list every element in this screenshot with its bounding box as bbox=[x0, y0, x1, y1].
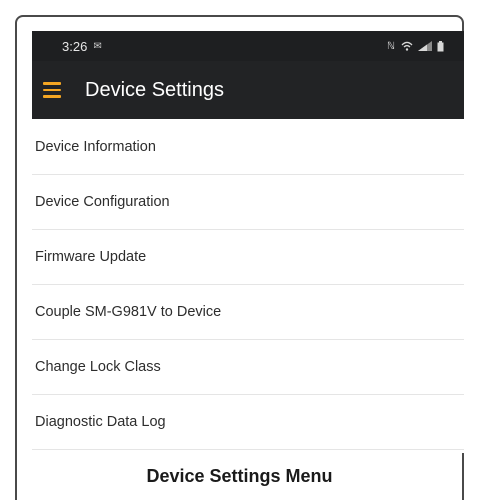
battery-icon bbox=[437, 40, 444, 51]
hamburger-menu-icon[interactable] bbox=[37, 75, 67, 105]
status-icons: ℕ bbox=[386, 40, 444, 52]
menu-item-label: Device Information bbox=[35, 138, 156, 155]
menu-item-label: Firmware Update bbox=[35, 249, 147, 265]
menu-item-device-information[interactable]: Device Information bbox=[32, 119, 464, 175]
menu-item-change-lock-class[interactable]: Change Lock Class bbox=[32, 340, 464, 395]
menu-item-label: Diagnostic Data Log bbox=[35, 414, 166, 430]
menu-item-label: Couple SM-G981V to Device bbox=[35, 304, 222, 320]
figure-caption: Device Settings Menu bbox=[146, 466, 333, 486]
status-bar: 3:26 ✉ ℕ bbox=[32, 31, 464, 61]
menu-item-label: Change Lock Class bbox=[35, 359, 161, 375]
menu-item-couple-device[interactable]: Couple SM-G981V to Device bbox=[32, 285, 464, 340]
settings-menu-list: Device Information Device Configuration … bbox=[32, 119, 464, 450]
menu-item-device-configuration[interactable]: Device Configuration bbox=[32, 175, 464, 230]
app-bar: Device Settings bbox=[32, 61, 464, 119]
menu-item-label: Device Configuration bbox=[35, 194, 170, 210]
message-icon: ✉ bbox=[93, 40, 102, 52]
status-time: 3:26 bbox=[62, 38, 88, 54]
nfc-icon: ℕ bbox=[386, 40, 396, 52]
signal-icon bbox=[418, 41, 432, 51]
wifi-icon bbox=[401, 41, 413, 51]
menu-item-firmware-update[interactable]: Firmware Update bbox=[32, 230, 464, 285]
page-title: Device Settings bbox=[85, 78, 224, 101]
menu-item-diagnostic-data-log[interactable]: Diagnostic Data Log bbox=[32, 395, 464, 450]
phone-screen: 3:26 ✉ ℕ Device Settings Device Informat… bbox=[32, 31, 464, 453]
